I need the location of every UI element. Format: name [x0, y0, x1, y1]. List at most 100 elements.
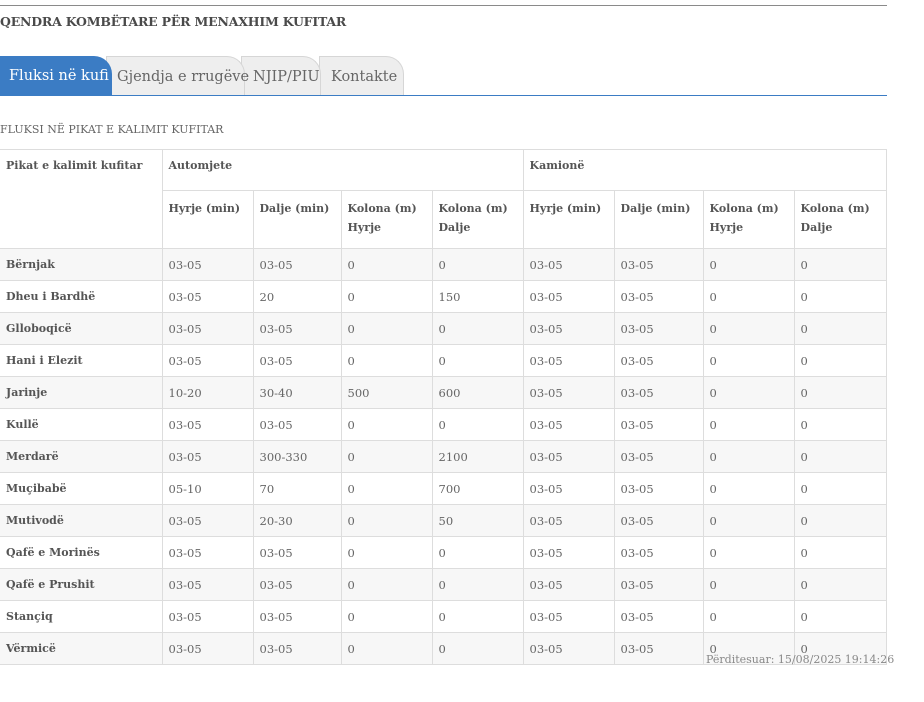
- table-row: Glloboqicë 03-05 03-05 0 0 03-05 03-05 0 0: [0, 312, 887, 345]
- table-row: Dheu i Bardhë 03-05 20 0 150 03-05 03-05 0 0: [0, 280, 887, 313]
- table-cell: 03-05: [522, 632, 615, 665]
- table-cell: 03-05: [522, 472, 615, 505]
- last-updated-text: Përditesuar: 15/08/2025 19:14:26: [706, 653, 895, 666]
- border-point-name: Merdarë: [0, 440, 163, 473]
- table-cell: 600: [431, 376, 524, 409]
- table-cell: 0: [431, 632, 524, 665]
- table-cell: 03-05: [161, 280, 254, 313]
- table-cell: 03-05: [252, 600, 342, 633]
- table-cell: 03-05: [252, 568, 342, 601]
- table-cell: 03-05: [613, 312, 704, 345]
- sub-header-cell: Hyrje (min): [522, 190, 615, 249]
- border-point-name: Qafë e Prushit: [0, 568, 163, 601]
- table-cell: 500: [340, 376, 433, 409]
- table-cell: 0: [431, 600, 524, 633]
- table-row: Qafë e Prushit 03-05 03-05 0 0 03-05 03-05 0 0: [0, 568, 887, 601]
- tab-fluksi-ne-kufi[interactable]: Fluksi në kufi: [0, 56, 112, 95]
- table-cell: 03-05: [252, 536, 342, 569]
- table-row: Muçibabë 05-10 70 0 700 03-05 03-05 0 0: [0, 472, 887, 505]
- table-cell: 03-05: [522, 504, 615, 537]
- table-row: Bërnjak 03-05 03-05 0 0 03-05 03-05 0 0: [0, 248, 887, 281]
- table-cell: 03-05: [252, 632, 342, 665]
- table-cell: 0: [702, 376, 795, 409]
- table-cell: 03-05: [161, 504, 254, 537]
- table-cell: 03-05: [161, 440, 254, 473]
- border-point-name: Hani i Elezit: [0, 344, 163, 377]
- table-cell: 0: [340, 408, 433, 441]
- tab-njip-piu[interactable]: NJIP/PIU: [241, 56, 321, 95]
- table-cell: 0: [431, 568, 524, 601]
- table-cell: 0: [702, 440, 795, 473]
- table-cell: 03-05: [522, 600, 615, 633]
- sub-header-cell: Kolona (m) Dalje: [793, 190, 887, 249]
- table-cell: 0: [793, 248, 887, 281]
- table-cell: 03-05: [161, 408, 254, 441]
- border-point-name: Stançiq: [0, 600, 163, 633]
- sub-header-cell: Hyrje (min): [161, 190, 254, 249]
- table-cell: 03-05: [613, 408, 704, 441]
- page-title: QENDRA KOMBËTARE PËR MENAXHIM KUFITAR: [0, 14, 347, 29]
- table-cell: 0: [431, 312, 524, 345]
- table-cell: 03-05: [613, 440, 704, 473]
- table-cell: 03-05: [613, 568, 704, 601]
- table-cell: 03-05: [252, 344, 342, 377]
- table-cell: 03-05: [161, 600, 254, 633]
- table-cell: 0: [340, 536, 433, 569]
- tab-kontakte[interactable]: Kontakte: [319, 56, 404, 95]
- table-cell: 03-05: [613, 600, 704, 633]
- table-cell: 30-40: [252, 376, 342, 409]
- table-cell: 0: [340, 632, 433, 665]
- table-cell: 03-05: [522, 344, 615, 377]
- border-point-name: Kullë: [0, 408, 163, 441]
- table-cell: 03-05: [161, 344, 254, 377]
- table-cell: 03-05: [161, 632, 254, 665]
- table-cell: 0: [340, 568, 433, 601]
- table-cell: 03-05: [613, 472, 704, 505]
- sub-header-cell: Dalje (min): [252, 190, 342, 249]
- border-point-name: Bërnjak: [0, 248, 163, 281]
- table-cell: 0: [702, 536, 795, 569]
- table-cell: 03-05: [522, 312, 615, 345]
- table-cell: 0: [702, 344, 795, 377]
- border-point-name: Qafë e Morinës: [0, 536, 163, 569]
- border-point-name: Muçibabë: [0, 472, 163, 505]
- table-cell: 0: [431, 344, 524, 377]
- table-cell: 03-05: [522, 408, 615, 441]
- header-group-trucks: Kamionë: [522, 149, 887, 191]
- table-cell: 70: [252, 472, 342, 505]
- table-cell: 03-05: [613, 344, 704, 377]
- table-cell: 0: [702, 248, 795, 281]
- table-cell: 0: [793, 536, 887, 569]
- table-cell: 10-20: [161, 376, 254, 409]
- border-point-name: Mutivodë: [0, 504, 163, 537]
- table-cell: 0: [431, 408, 524, 441]
- border-point-name: Vërmicë: [0, 632, 163, 665]
- table-cell: 0: [702, 408, 795, 441]
- table-row: Qafë e Morinës 03-05 03-05 0 0 03-05 03-05 0 0: [0, 536, 887, 569]
- table-cell: 0: [793, 376, 887, 409]
- table-cell: 0: [340, 600, 433, 633]
- tab-gjendja-e-rrugeve[interactable]: Gjendja e rrugëve: [106, 56, 249, 95]
- table-cell: 0: [793, 504, 887, 537]
- header-border-points: Pikat e kalimit kufitar: [0, 149, 163, 249]
- table-cell: 0: [793, 408, 887, 441]
- header-group-cars: Automjete: [161, 149, 524, 191]
- table-cell: 0: [340, 248, 433, 281]
- table-cell: 03-05: [522, 248, 615, 281]
- table-cell: 0: [431, 536, 524, 569]
- table-row: Hani i Elezit 03-05 03-05 0 0 03-05 03-05 0 0: [0, 344, 887, 377]
- table-cell: 03-05: [522, 568, 615, 601]
- table-cell: 0: [793, 280, 887, 313]
- table-cell: 0: [702, 472, 795, 505]
- table-cell: 0: [702, 568, 795, 601]
- table-cell: 0: [702, 312, 795, 345]
- table-body: Bërnjak 03-05 03-05 0 0 03-05 03-05 0 0 Dheu i Ba…: [0, 248, 887, 665]
- table-cell: 0: [702, 504, 795, 537]
- table-cell: 03-05: [161, 312, 254, 345]
- table-row: Stançiq 03-05 03-05 0 0 03-05 03-05 0 0: [0, 600, 887, 633]
- table-cell: 0: [793, 600, 887, 633]
- sub-header-cell: Kolona (m) Dalje: [431, 190, 524, 249]
- table-row: Merdarë 03-05 300-330 0 2100 03-05 03-05 0 0: [0, 440, 887, 473]
- border-point-name: Glloboqicë: [0, 312, 163, 345]
- table-cell: 300-330: [252, 440, 342, 473]
